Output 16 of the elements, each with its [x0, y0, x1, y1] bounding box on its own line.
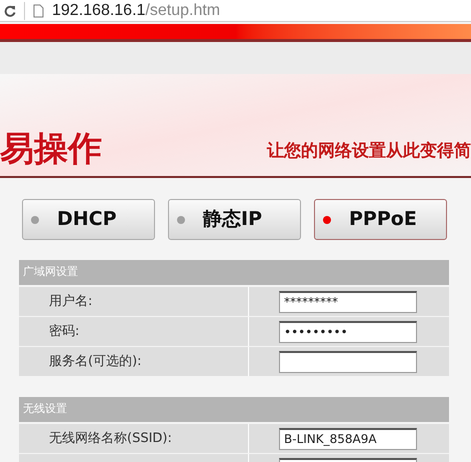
input-field[interactable]: *********	[279, 290, 417, 312]
banner-tagline: 让您的网络设置从此变得简	[267, 143, 471, 160]
input-field[interactable]: B-LINK_858A9A	[279, 428, 417, 450]
field-label: 密码:	[49, 322, 80, 341]
input-field[interactable]	[279, 350, 417, 372]
mode-button[interactable]: DHCP	[22, 199, 155, 240]
mode-button[interactable]: PPPoE	[314, 199, 447, 240]
mode-button[interactable]: 静态IP	[168, 199, 301, 240]
input-field[interactable]: •••••••••	[279, 320, 417, 342]
section-title: 广域网设置	[23, 264, 78, 280]
reload-icon[interactable]	[4, 4, 16, 16]
field-label: 服务名(可选的):	[49, 352, 142, 371]
section-title: 无线设置	[23, 401, 67, 418]
page-icon	[33, 4, 44, 18]
field-label: 无线网络名称(SSID):	[49, 430, 172, 448]
field-label: 用户名:	[49, 292, 92, 311]
